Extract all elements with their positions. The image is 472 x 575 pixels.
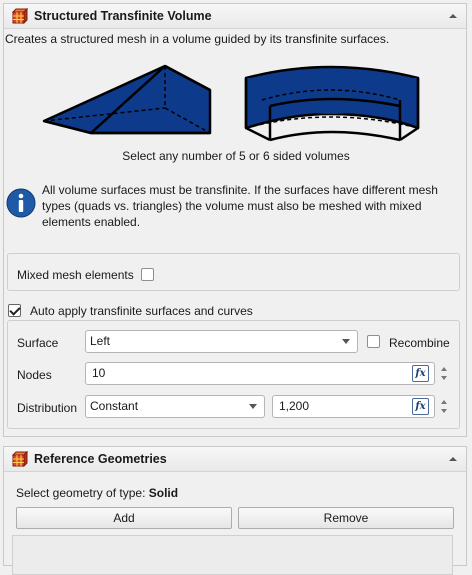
- curved-block-volume-illustration: [244, 65, 420, 142]
- spin-down-icon[interactable]: [441, 409, 447, 413]
- spin-down-icon[interactable]: [441, 376, 447, 380]
- distribution-spinner[interactable]: [439, 396, 450, 417]
- spin-up-icon[interactable]: [441, 367, 447, 371]
- panel-header[interactable]: Reference Geometries: [4, 447, 466, 472]
- panel-title: Structured Transfinite Volume: [34, 9, 212, 23]
- wedge-volume-illustration: [42, 64, 212, 135]
- mesh-cube-icon: [12, 8, 28, 24]
- panel-header[interactable]: Structured Transfinite Volume: [4, 4, 466, 29]
- surface-dropdown[interactable]: Left: [85, 330, 358, 353]
- nodes-fx-icon[interactable]: fx: [412, 365, 429, 382]
- surface-label: Surface: [17, 336, 59, 350]
- auto-apply-checkbox[interactable]: [8, 304, 21, 317]
- nodes-value: 10: [92, 366, 106, 380]
- spin-up-icon[interactable]: [441, 400, 447, 404]
- mixed-mesh-checkbox[interactable]: [141, 268, 154, 281]
- distribution-param-input[interactable]: 1,200: [272, 395, 435, 418]
- distribution-dropdown[interactable]: Constant: [85, 395, 265, 418]
- distribution-label: Distribution: [17, 401, 78, 415]
- geometry-type-value: Solid: [148, 486, 179, 500]
- dropdown-arrow-icon: [342, 339, 350, 344]
- surface-value: Left: [90, 334, 111, 348]
- geometry-list[interactable]: [12, 535, 453, 575]
- info-message: All volume surfaces must be transfinite.…: [42, 183, 438, 229]
- collapse-chevron-icon[interactable]: [448, 454, 458, 464]
- selection-caption: Select any number of 5 or 6 sided volume…: [122, 149, 350, 163]
- distribution-fx-icon[interactable]: fx: [412, 398, 429, 415]
- dropdown-arrow-icon: [249, 404, 257, 409]
- distribution-param-value: 1,200: [279, 399, 310, 413]
- panel-description: Creates a structured mesh in a volume gu…: [5, 32, 390, 46]
- panel-title: Reference Geometries: [34, 452, 167, 466]
- nodes-label: Nodes: [17, 368, 52, 382]
- nodes-input[interactable]: 10: [85, 362, 435, 385]
- auto-apply-label: Auto apply transfinite surfaces and curv…: [30, 304, 253, 318]
- add-button[interactable]: Add: [16, 507, 232, 529]
- mesh-cube-icon: [12, 451, 28, 467]
- recombine-checkbox[interactable]: [367, 335, 380, 348]
- distribution-value: Constant: [90, 399, 139, 413]
- nodes-spinner[interactable]: [439, 363, 450, 384]
- geometry-type-prefix: Select geometry of type:: [16, 486, 149, 500]
- collapse-chevron-icon[interactable]: [448, 11, 458, 21]
- info-icon: [6, 188, 36, 218]
- geometry-type-hint: Select geometry of type: Solid: [16, 486, 178, 500]
- mixed-mesh-label: Mixed mesh elements: [17, 268, 134, 282]
- volume-shapes-illustration: [42, 64, 420, 142]
- recombine-label: Recombine: [389, 336, 450, 350]
- remove-button[interactable]: Remove: [238, 507, 454, 529]
